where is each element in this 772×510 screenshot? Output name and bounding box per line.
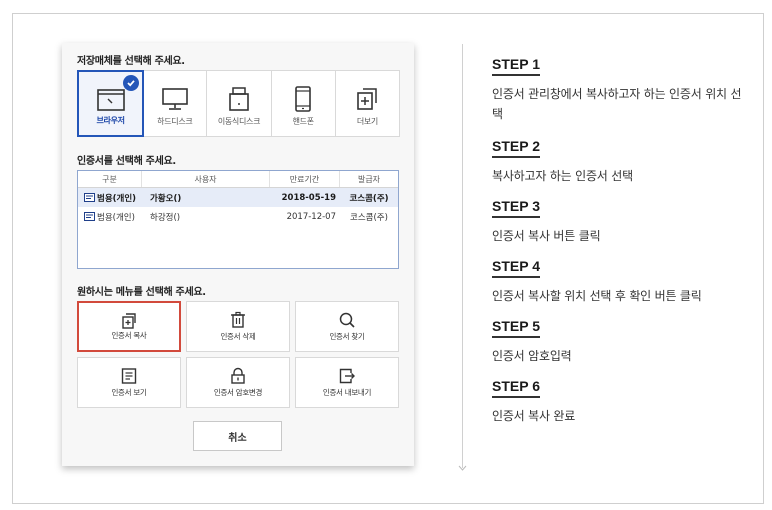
- media-selector: 브라우저 하드디스크 이동식디스크 핸드폰 더보기: [77, 70, 400, 137]
- export-icon: [339, 368, 355, 384]
- cert-expiry: 2018-05-19: [281, 192, 336, 203]
- step-title: STEP 4: [492, 258, 540, 278]
- cert-user: 하강정(): [150, 212, 181, 223]
- step-title: STEP 1: [492, 56, 540, 76]
- step-6: STEP 6 인증서 복사 완료: [492, 376, 742, 426]
- menu-label: 인증서 내보내기: [322, 388, 372, 397]
- menu-label: 인증서 보기: [111, 388, 147, 397]
- media-label: 더보기: [356, 117, 378, 126]
- step-4: STEP 4 인증서 복사할 위치 선택 후 확인 버튼 클릭: [492, 256, 742, 306]
- step-desc: 복사하고자 하는 인증서 선택: [492, 169, 633, 183]
- table-row[interactable]: 범용(개인) 가황오() 2018-05-19 코스콤(주): [78, 188, 398, 207]
- monitor-icon: [161, 88, 188, 110]
- media-label: 브라우저: [96, 116, 125, 125]
- step-desc: 인증서 암호입력: [492, 349, 572, 363]
- view-cert-button[interactable]: 인증서 보기: [77, 357, 181, 408]
- copy-icon: [122, 313, 136, 329]
- step-1: STEP 1 인증서 관리창에서 복사하고자 하는 인증서 위치 선택: [492, 54, 742, 124]
- media-section-title: 저장매체를 선택해 주세요.: [77, 56, 185, 67]
- media-removable[interactable]: 이동식디스크: [207, 71, 272, 136]
- step-desc: 인증서 복사할 위치 선택 후 확인 버튼 클릭: [492, 289, 702, 303]
- cert-issuer: 코스콤(주): [350, 212, 388, 223]
- arrow-down-icon: [458, 465, 467, 471]
- cert-issuer: 코스콤(주): [349, 193, 389, 204]
- step-title: STEP 6: [492, 378, 540, 398]
- media-more[interactable]: 더보기: [335, 71, 400, 136]
- cert-manager-dialog: 저장매체를 선택해 주세요. 브라우저 하드디스크 이동식디스크 핸드폰 더보기…: [62, 43, 414, 466]
- cert-type: 범용(개인): [97, 212, 135, 223]
- step-3: STEP 3 인증서 복사 버튼 클릭: [492, 196, 742, 246]
- cert-section-title: 인증서를 선택해 주세요.: [77, 156, 176, 167]
- cert-user: 가황오(): [150, 193, 182, 204]
- copy-cert-button[interactable]: 인증서 복사: [77, 301, 181, 352]
- column-header[interactable]: 사용자: [142, 171, 270, 187]
- column-header[interactable]: 구분: [78, 171, 142, 187]
- column-header[interactable]: 만료기간: [270, 171, 340, 187]
- lock-icon: [231, 367, 245, 384]
- check-icon: [123, 75, 140, 91]
- usb-drive-icon: [229, 87, 249, 111]
- menu-label: 인증서 복사: [111, 331, 147, 340]
- divider: [462, 44, 463, 468]
- media-browser[interactable]: 브라우저: [77, 70, 145, 137]
- cert-list: 구분 사용자 만료기간 발급자 범용(개인) 가황오() 2018-05-19 …: [77, 170, 399, 269]
- step-5: STEP 5 인증서 암호입력: [492, 316, 742, 366]
- media-harddisk[interactable]: 하드디스크: [143, 71, 208, 136]
- media-label: 하드디스크: [157, 117, 193, 126]
- media-label: 핸드폰: [292, 117, 314, 126]
- step-desc: 인증서 복사 버튼 클릭: [492, 229, 601, 243]
- step-2: STEP 2 복사하고자 하는 인증서 선택: [492, 136, 742, 186]
- find-cert-button[interactable]: 인증서 찾기: [295, 301, 399, 352]
- step-title: STEP 3: [492, 198, 540, 218]
- menu-label: 인증서 암호변경: [213, 388, 263, 397]
- cert-expiry: 2017-12-07: [286, 211, 336, 222]
- trash-icon: [231, 311, 245, 328]
- export-cert-button[interactable]: 인증서 내보내기: [295, 357, 399, 408]
- menu-section-title: 원하시는 메뉴를 선택해 주세요.: [77, 287, 206, 298]
- more-plus-icon: [357, 88, 378, 110]
- media-phone[interactable]: 핸드폰: [271, 71, 336, 136]
- cert-type: 범용(개인): [97, 193, 137, 204]
- phone-icon: [295, 86, 312, 112]
- step-title: STEP 2: [492, 138, 540, 158]
- menu-label: 인증서 삭제: [220, 332, 256, 341]
- step-title: STEP 5: [492, 318, 540, 338]
- delete-cert-button[interactable]: 인증서 삭제: [186, 301, 290, 352]
- change-password-button[interactable]: 인증서 암호변경: [186, 357, 290, 408]
- step-desc: 인증서 관리창에서 복사하고자 하는 인증서 위치 선택: [492, 87, 742, 121]
- browser-icon: [96, 89, 125, 111]
- document-icon: [121, 368, 137, 384]
- certificate-icon: [84, 193, 95, 202]
- cancel-button[interactable]: 취소: [193, 421, 282, 451]
- menu-label: 인증서 찾기: [329, 332, 365, 341]
- column-header[interactable]: 발급자: [340, 171, 398, 187]
- search-icon: [339, 312, 355, 328]
- table-row[interactable]: 범용(개인) 하강정() 2017-12-07 코스콤(주): [78, 207, 398, 226]
- certificate-icon: [84, 212, 95, 221]
- cert-list-header: 구분 사용자 만료기간 발급자: [78, 171, 398, 188]
- media-label: 이동식디스크: [217, 117, 261, 126]
- step-desc: 인증서 복사 완료: [492, 409, 576, 423]
- menu-grid: 인증서 복사 인증서 삭제 인증서 찾기 인증서 보기 인증서 암호변경 인증서…: [77, 301, 399, 408]
